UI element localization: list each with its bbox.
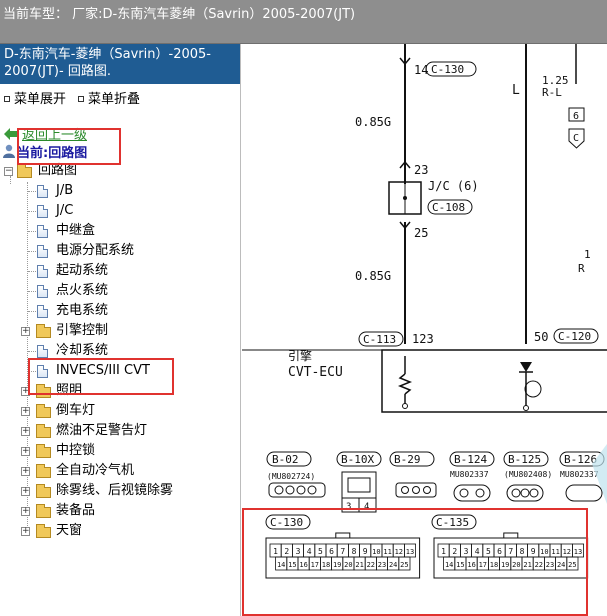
wire-color: R-L (542, 86, 562, 99)
title-bar: 当前车型： 厂家:D-东南汽车菱绅（Savrin）2005-2007(JT) (0, 0, 607, 44)
part-number: (MU802408) (504, 470, 552, 479)
tree-item[interactable]: 充电系统 (0, 301, 236, 321)
tree-item-label: 引擎控制 (56, 323, 109, 338)
ecu-name: CVT-ECU (288, 365, 343, 380)
tree-item-label: 天窗 (56, 523, 83, 538)
expand-toggle-icon[interactable]: + (21, 447, 30, 456)
tree-item-folder[interactable]: + 倒车灯 (0, 401, 236, 421)
part-number: MU802337 (450, 470, 489, 479)
document-icon (37, 305, 48, 318)
folder-icon (36, 464, 51, 478)
document-icon (37, 245, 48, 258)
expand-toggle-icon[interactable]: + (21, 527, 30, 536)
tree-item[interactable]: 起动系统 (0, 261, 236, 281)
tree-item[interactable]: 中继盒 (0, 221, 236, 241)
connector-label: B-125 (508, 453, 541, 466)
pin-number: 25 (414, 226, 428, 240)
tree-item-label: 中控锁 (56, 443, 96, 458)
junction-label: J/C (6) (428, 179, 479, 193)
connector-id: C (573, 133, 579, 144)
tree-item-label: 除雾线、后视镜除雾 (56, 483, 174, 498)
wire-color: R (578, 262, 585, 275)
collapse-toggle-icon[interactable]: − (4, 167, 13, 176)
tree-item-label: 燃油不足警告灯 (56, 423, 148, 438)
connector-label: B-124 (454, 453, 487, 466)
expand-icon (4, 96, 10, 102)
tree-item-label: 充电系统 (56, 303, 109, 318)
expand-toggle-icon[interactable]: + (21, 407, 30, 416)
pin-number: 123 (412, 332, 434, 346)
part-number: MU802337 (560, 470, 599, 479)
tree-item-label: 中继盒 (56, 223, 96, 238)
folder-icon (36, 524, 51, 538)
connector-label: C-130 (431, 63, 464, 76)
tree-item-folder[interactable]: + 全自动冷气机 (0, 461, 236, 481)
part-number: (MU802724) (267, 472, 315, 481)
pin-number: 23 (414, 163, 428, 177)
expand-toggle-icon[interactable]: + (21, 327, 30, 336)
wiring-diagram: 14 C-130 L 1.25 R-L 6 C 0.85G 23 J/C (6)… (242, 44, 607, 616)
document-icon (37, 205, 48, 218)
folder-open-icon (17, 164, 32, 178)
tree-item-folder[interactable]: + 除雾线、后视镜除雾 (0, 481, 236, 501)
tree-item-label: 倒车灯 (56, 403, 96, 418)
menu-collapse-button[interactable]: 菜单折叠 (88, 92, 140, 107)
tree-item-folder[interactable]: + 天窗 (0, 521, 236, 541)
tree-item-folder[interactable]: + 装备品 (0, 501, 236, 521)
tree-item-label: J/B (56, 183, 74, 198)
pin-number: 50 (534, 330, 548, 344)
navigation-pane: D-东南汽车-菱绅（Savrin）-2005-2007(JT)- 回路图. 菜单… (0, 44, 241, 616)
document-icon (37, 265, 48, 278)
connector-label: C-113 (363, 333, 396, 346)
folder-icon (36, 404, 51, 418)
tree-item[interactable]: J/C (0, 201, 236, 221)
folder-icon (36, 484, 51, 498)
tree-item-label: 装备品 (56, 503, 96, 518)
user-icon (3, 144, 15, 158)
tree-item[interactable]: J/B (0, 181, 236, 201)
folder-icon (36, 504, 51, 518)
expand-toggle-icon[interactable]: + (21, 467, 30, 476)
current-vehicle-title: 当前车型： 厂家:D-东南汽车菱绅（Savrin）2005-2007(JT) (3, 7, 356, 22)
wire-spec: 0.85G (355, 115, 391, 129)
highlight-invecs-item (28, 358, 174, 395)
tree-item-folder[interactable]: + 燃油不足警告灯 (0, 421, 236, 441)
expand-toggle-icon[interactable]: + (21, 487, 30, 496)
document-icon (37, 225, 48, 238)
folder-icon (36, 324, 51, 338)
menu-controls: 菜单展开 菜单折叠 (2, 88, 140, 107)
tree-item-label: J/C (56, 203, 74, 218)
folder-icon (36, 424, 51, 438)
expand-toggle-icon[interactable]: + (21, 427, 30, 436)
tree-item[interactable]: 点火系统 (0, 281, 236, 301)
document-icon (37, 185, 48, 198)
connector-row: B-02 (MU802724) B-10X 3 4 B-29 B-124 MU8… (266, 444, 607, 513)
tree-item-folder[interactable]: + 中控锁 (0, 441, 236, 461)
tree-item-label: 电源分配系统 (56, 243, 135, 258)
connector-label: B-02 (272, 453, 299, 466)
document-icon (37, 285, 48, 298)
highlight-current-location (17, 128, 121, 165)
tree-item-label: 起动系统 (56, 263, 109, 278)
tree-item-label: 全自动冷气机 (56, 463, 135, 478)
folder-icon (36, 444, 51, 458)
connector-label: C-120 (558, 330, 591, 343)
pin-number: 6 (573, 111, 579, 122)
wire-spec: 0.85G (355, 269, 391, 283)
menu-expand-button[interactable]: 菜单展开 (14, 92, 66, 107)
pane-header: D-东南汽车-菱绅（Savrin）-2005-2007(JT)- 回路图. (0, 44, 240, 84)
document-icon (37, 345, 48, 358)
back-arrow-icon (4, 128, 18, 140)
wire-number: 1 (584, 248, 591, 261)
wire-color: L (512, 83, 520, 98)
expand-toggle-icon[interactable]: + (21, 507, 30, 516)
connector-label: B-10X (341, 453, 374, 466)
tree-item-folder[interactable]: + 引擎控制 (0, 321, 236, 341)
collapse-icon (78, 96, 85, 102)
connector-label: C-108 (432, 201, 465, 214)
highlight-connectors (242, 508, 588, 616)
tree-item[interactable]: 电源分配系统 (0, 241, 236, 261)
tree-item-label: 点火系统 (56, 283, 109, 298)
connector-label: B-29 (394, 453, 421, 466)
